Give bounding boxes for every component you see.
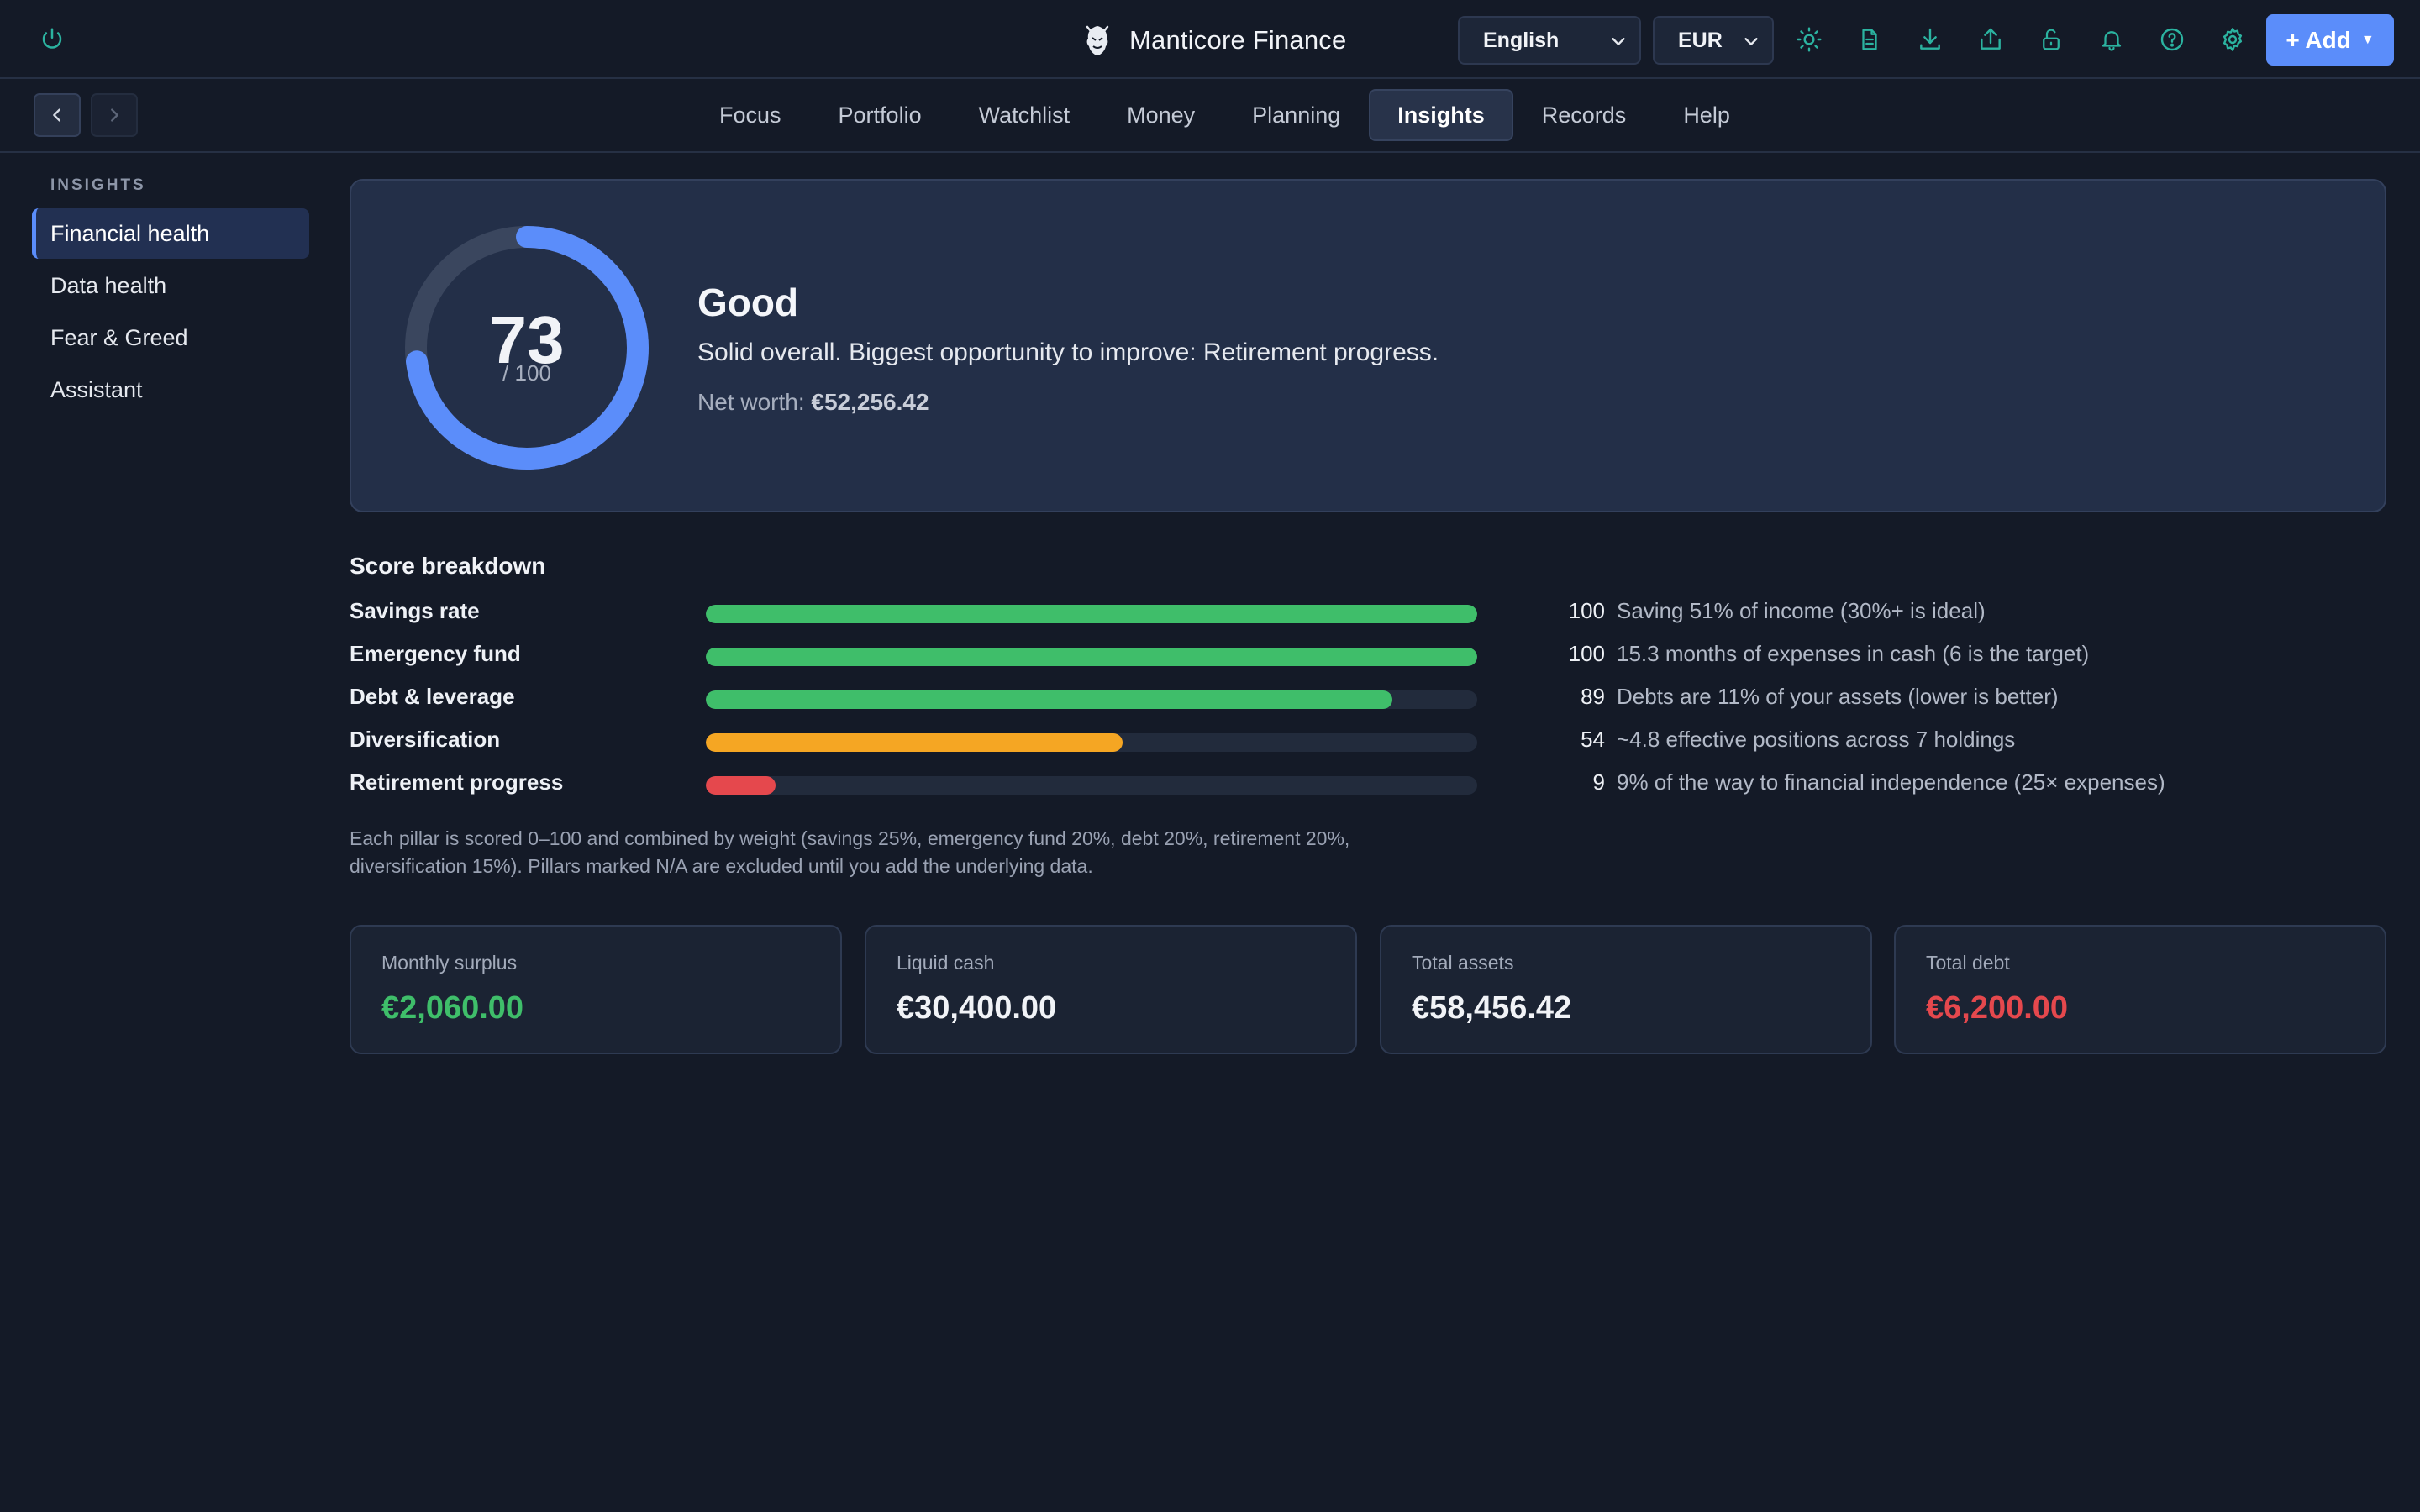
tab-portfolio[interactable]: Portfolio — [810, 89, 950, 141]
stat-label: Total assets — [1412, 952, 1514, 974]
document-icon[interactable] — [1850, 20, 1889, 59]
stat-label: Total debt — [1926, 952, 2010, 974]
bell-icon[interactable] — [2092, 20, 2131, 59]
stat-label: Liquid cash — [897, 952, 995, 974]
currency-select-value: EUR — [1678, 28, 1723, 52]
tab-help[interactable]: Help — [1655, 89, 1759, 141]
pillar-bar — [706, 776, 1477, 795]
pillar-score: 9 — [1592, 769, 1605, 795]
pillar-name: Debt & leverage — [350, 684, 515, 709]
download-icon[interactable] — [1911, 20, 1949, 59]
health-score-card: 73 / 100 Good Solid overall. Biggest opp… — [350, 179, 2386, 512]
stat-card-total-debt: Total debt €6,200.00 — [1894, 925, 2386, 1054]
tab-money[interactable]: Money — [1098, 89, 1223, 141]
manticore-logo-icon — [1081, 22, 1114, 59]
unlock-icon[interactable] — [2032, 20, 2070, 59]
power-icon[interactable] — [35, 22, 69, 55]
chevron-left-icon — [53, 108, 60, 122]
pillar-description: 15.3 months of expenses in cash (6 is th… — [1617, 641, 2090, 666]
scoring-footnote: Each pillar is scored 0–100 and combined… — [350, 827, 1350, 877]
tab-focus[interactable]: Focus — [691, 89, 810, 141]
pillar-row: Emergency fund 100 15.3 months of expens… — [350, 639, 2386, 669]
stat-value: €58,456.42 — [1412, 990, 1572, 1026]
net-worth: Net worth: €52,256.42 — [697, 389, 929, 416]
pillar-row: Savings rate 100 Saving 51% of income (3… — [350, 596, 2386, 627]
pillar-row: Debt & leverage 89 Debts are 11% of your… — [350, 682, 2386, 712]
stat-value: €2,060.00 — [381, 990, 524, 1026]
pillar-bar-fill — [706, 733, 1123, 752]
stat-card-liquid-cash: Liquid cash €30,400.00 — [865, 925, 1357, 1054]
stat-label: Monthly surplus — [381, 952, 518, 974]
pillar-bar-fill — [706, 648, 1477, 666]
health-summary: Solid overall. Biggest opportunity to im… — [697, 339, 1439, 366]
pillar-score: 54 — [1581, 727, 1605, 752]
app-title: Manticore Finance — [1129, 25, 1347, 55]
caret-down-icon: ▼ — [2360, 32, 2375, 47]
net-worth-value: €52,256.42 — [811, 389, 929, 415]
sidebar-item-assistant[interactable]: Assistant — [32, 365, 309, 415]
stat-value: €6,200.00 — [1926, 990, 2069, 1026]
pillar-bar — [706, 733, 1477, 752]
pillar-row: Diversification 54 ~4.8 effective positi… — [350, 725, 2386, 755]
pillar-description: Debts are 11% of your assets (lower is b… — [1617, 684, 2059, 709]
tab-watchlist[interactable]: Watchlist — [950, 89, 1099, 141]
back-button[interactable] — [34, 93, 81, 137]
add-button-label: + Add — [2286, 26, 2351, 53]
net-worth-label: Net worth: — [697, 389, 805, 415]
gear-icon[interactable] — [2213, 20, 2252, 59]
language-select-value: English — [1483, 28, 1560, 52]
health-score-max: / 100 — [502, 360, 551, 386]
pillar-bar — [706, 690, 1477, 709]
forward-button[interactable] — [91, 93, 138, 137]
tab-records[interactable]: Records — [1513, 89, 1655, 141]
sidebar: INSIGHTS Financial health Data health Fe… — [32, 176, 309, 417]
currency-select[interactable]: EUR — [1653, 16, 1774, 65]
chevron-down-icon — [1612, 38, 1625, 45]
top-bar: Manticore Finance English EUR + Add ▼ — [0, 0, 2420, 79]
score-breakdown-title: Score breakdown — [350, 553, 546, 579]
pillar-name: Emergency fund — [350, 641, 521, 666]
pillar-description: Saving 51% of income (30%+ is ideal) — [1617, 598, 1986, 623]
pillar-bar-fill — [706, 690, 1393, 709]
pillar-score: 100 — [1568, 598, 1605, 623]
add-button[interactable]: + Add ▼ — [2266, 14, 2394, 66]
stat-value: €30,400.00 — [897, 990, 1057, 1026]
pillar-score: 89 — [1581, 684, 1605, 709]
pillar-bar-fill — [706, 776, 776, 795]
theme-toggle-sun-icon[interactable] — [1790, 20, 1828, 59]
pillar-name: Retirement progress — [350, 769, 564, 795]
pillar-description: ~4.8 effective positions across 7 holdin… — [1617, 727, 2016, 752]
chevron-down-icon — [1744, 38, 1758, 45]
sidebar-heading: INSIGHTS — [50, 176, 146, 194]
stat-card-monthly-surplus: Monthly surplus €2,060.00 — [350, 925, 842, 1054]
sidebar-item-data-health[interactable]: Data health — [32, 260, 309, 311]
pillar-bar-fill — [706, 605, 1477, 623]
nav-bar: Focus Portfolio Watchlist Money Planning… — [0, 81, 2420, 153]
main-tabs: Focus Portfolio Watchlist Money Planning… — [691, 89, 1759, 141]
sidebar-item-fear-greed[interactable]: Fear & Greed — [32, 312, 309, 363]
share-upload-icon[interactable] — [1971, 20, 2010, 59]
pillar-name: Savings rate — [350, 598, 480, 623]
language-select[interactable]: English — [1458, 16, 1641, 65]
sidebar-item-financial-health[interactable]: Financial health — [32, 208, 309, 259]
pillar-description: 9% of the way to financial independence … — [1617, 769, 2165, 795]
brand: Manticore Finance — [1081, 17, 1346, 64]
help-icon[interactable] — [2153, 20, 2191, 59]
pillar-name: Diversification — [350, 727, 501, 752]
health-grade: Good — [697, 281, 799, 324]
stat-card-total-assets: Total assets €58,456.42 — [1380, 925, 1872, 1054]
pillar-score: 100 — [1568, 641, 1605, 666]
pillar-bar — [706, 605, 1477, 623]
chevron-right-icon — [111, 108, 118, 122]
tab-planning[interactable]: Planning — [1223, 89, 1369, 141]
pillar-row: Retirement progress 9 9% of the way to f… — [350, 768, 2386, 798]
pillar-bar — [706, 648, 1477, 666]
tab-insights[interactable]: Insights — [1369, 89, 1513, 141]
